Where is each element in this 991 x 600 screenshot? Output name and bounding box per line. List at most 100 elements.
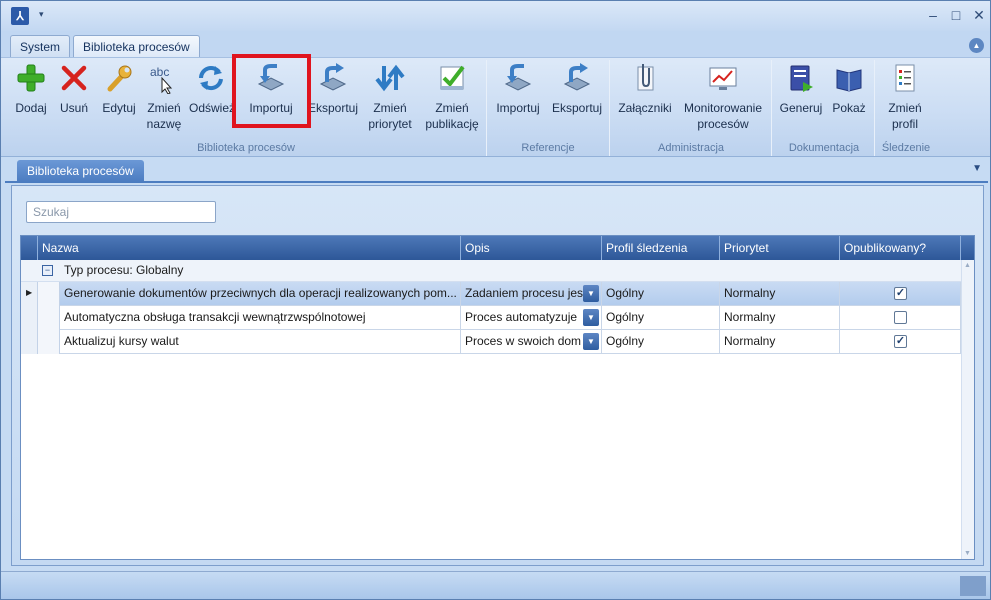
- change-priority-label: Zmień priorytet: [368, 101, 412, 131]
- ref-export-icon: [563, 63, 591, 91]
- group-label-referencje: Referencje: [521, 142, 575, 154]
- wrench-icon: [107, 65, 132, 92]
- attachments-button[interactable]: Załączniki: [615, 62, 675, 136]
- published-checkbox[interactable]: ✓: [894, 287, 907, 300]
- current-row-arrow-icon: ▶: [26, 288, 33, 297]
- column-header-nazwa[interactable]: Nazwa: [38, 236, 461, 260]
- delete-button[interactable]: Usuń: [55, 62, 93, 136]
- cell-desc-text: Proces automatyzuje: [465, 310, 578, 324]
- cell-profile[interactable]: Ogólny: [602, 330, 720, 354]
- ribbon: Dodaj Usuń Edytuj abc Zmień nazwę Odświe…: [1, 57, 990, 157]
- status-bar: [1, 571, 990, 599]
- cell-desc[interactable]: Zadaniem procesu jes ▼: [461, 282, 602, 306]
- export-label: Eksportuj: [307, 101, 359, 115]
- ref-import-button[interactable]: Importuj: [491, 62, 545, 136]
- cell-name[interactable]: Generowanie dokumentów przeciwnych dla o…: [60, 282, 461, 306]
- rename-button[interactable]: abc Zmień nazwę: [141, 62, 187, 136]
- group-collapse-icon[interactable]: −: [42, 265, 53, 276]
- minimize-button[interactable]: –: [923, 6, 943, 24]
- ref-import-label: Importuj: [496, 101, 540, 115]
- document-tab[interactable]: Biblioteka procesów: [17, 160, 144, 183]
- group-label: Typ procesu: Globalny: [64, 263, 184, 277]
- desc-dropdown-icon[interactable]: ▼: [583, 333, 599, 350]
- group-label-dokumentacja: Dokumentacja: [788, 142, 860, 154]
- add-label: Dodaj: [15, 101, 47, 115]
- search-input[interactable]: [26, 201, 216, 223]
- change-priority-button[interactable]: Zmień priorytet: [363, 62, 417, 136]
- rename-label: Zmień nazwę: [146, 101, 182, 131]
- ref-export-button[interactable]: Eksportuj: [549, 62, 605, 136]
- desc-dropdown-icon[interactable]: ▼: [583, 285, 599, 302]
- cell-desc-text: Zadaniem procesu jes: [465, 286, 584, 300]
- ref-import-icon: [504, 64, 532, 91]
- table-row[interactable]: ▶ Generowanie dokumentów przeciwnych dla…: [21, 282, 961, 306]
- generate-button[interactable]: Generuj: [777, 62, 825, 136]
- column-header-profil[interactable]: Profil śledzenia: [602, 236, 720, 260]
- edit-button[interactable]: Edytuj: [97, 62, 141, 136]
- show-label: Pokaż: [832, 101, 866, 115]
- document-tab-row: Biblioteka procesów ▼: [5, 159, 988, 183]
- paperclip-icon: [637, 64, 654, 91]
- cell-priority[interactable]: Normalny: [720, 306, 840, 330]
- quick-access-dropdown-icon[interactable]: ▾: [39, 9, 44, 20]
- refresh-label: Odśwież: [189, 101, 236, 115]
- book-icon: [836, 69, 862, 92]
- export-button[interactable]: Eksportuj: [305, 62, 361, 136]
- desc-dropdown-icon[interactable]: ▼: [583, 309, 599, 326]
- group-label-biblioteka: Biblioteka procesów: [197, 142, 295, 154]
- refresh-button[interactable]: Odśwież: [189, 62, 236, 136]
- column-header-opis[interactable]: Opis: [461, 236, 602, 260]
- group-separator: [609, 60, 610, 156]
- row-indicator: ▶: [21, 282, 38, 306]
- row-indent: [38, 330, 60, 354]
- cell-profile[interactable]: Ogólny: [602, 306, 720, 330]
- table-row[interactable]: Automatyczna obsługa transakcji wewnątrz…: [21, 306, 961, 330]
- column-header-opublikowany[interactable]: Opublikowany?: [840, 236, 961, 260]
- maximize-button[interactable]: □: [946, 6, 966, 24]
- generate-doc-icon: [790, 65, 813, 92]
- table-row[interactable]: Aktualizuj kursy walut Proces w swoich d…: [21, 330, 961, 354]
- published-checkbox[interactable]: [894, 311, 907, 324]
- row-indicator: [21, 306, 38, 330]
- ref-export-label: Eksportuj: [551, 101, 603, 115]
- resize-grip[interactable]: [960, 576, 986, 596]
- tab-list-dropdown-icon[interactable]: ▼: [972, 163, 982, 174]
- column-header-priorytet[interactable]: Priorytet: [720, 236, 840, 260]
- process-grid: Nazwa Opis Profil śledzenia Priorytet Op…: [20, 235, 975, 560]
- scroll-up-icon[interactable]: ▲: [964, 262, 971, 269]
- ribbon-collapse-icon[interactable]: ▲: [969, 38, 984, 53]
- cell-priority[interactable]: Normalny: [720, 330, 840, 354]
- cell-published: ✓: [840, 282, 961, 306]
- row-indent: [38, 282, 60, 306]
- svg-text:abc: abc: [150, 65, 169, 79]
- cell-desc[interactable]: Proces automatyzuje ▼: [461, 306, 602, 330]
- cell-published: [840, 306, 961, 330]
- delete-label: Usuń: [59, 101, 88, 115]
- cell-priority[interactable]: Normalny: [720, 282, 840, 306]
- cell-desc[interactable]: Proces w swoich dom ▼: [461, 330, 602, 354]
- close-button[interactable]: ✕: [969, 6, 989, 24]
- edit-label: Edytuj: [102, 101, 136, 115]
- export-icon: [319, 63, 347, 91]
- cell-name[interactable]: Automatyczna obsługa transakcji wewnątrz…: [60, 306, 461, 330]
- show-button[interactable]: Pokaż: [827, 62, 871, 136]
- published-checkbox[interactable]: ✓: [894, 335, 907, 348]
- change-profile-button[interactable]: Zmień profil: [879, 62, 931, 136]
- cell-profile[interactable]: Ogólny: [602, 282, 720, 306]
- app-logo-icon[interactable]: ⅄: [11, 7, 29, 25]
- tab-system[interactable]: System: [10, 35, 71, 58]
- tab-biblioteka-procesow[interactable]: Biblioteka procesów: [73, 35, 200, 59]
- group-label-administracja: Administracja: [657, 142, 725, 154]
- cell-published: ✓: [840, 330, 961, 354]
- scroll-down-icon[interactable]: ▼: [964, 550, 971, 557]
- rename-abc-icon: abc: [150, 65, 173, 94]
- group-separator: [771, 60, 772, 156]
- group-row[interactable]: − Typ procesu: Globalny: [21, 260, 961, 282]
- vertical-scrollbar[interactable]: ▲ ▼: [961, 260, 974, 559]
- add-button[interactable]: Dodaj: [9, 62, 53, 136]
- cell-desc-text: Proces w swoich dom: [465, 334, 582, 348]
- change-publication-button[interactable]: Zmień publikację: [421, 62, 483, 136]
- profile-list-icon: [895, 64, 915, 92]
- cell-name[interactable]: Aktualizuj kursy walut: [60, 330, 461, 354]
- process-monitoring-button[interactable]: Monitorowanie procesów: [679, 62, 767, 136]
